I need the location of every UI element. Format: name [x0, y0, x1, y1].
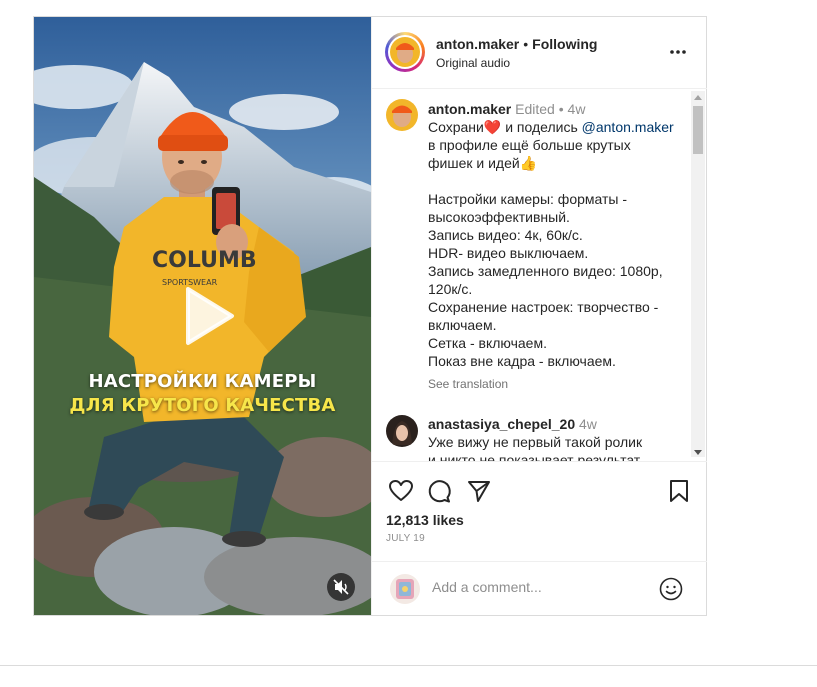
caption-avatar[interactable]: [386, 99, 418, 131]
muted-speaker-icon[interactable]: [327, 573, 355, 601]
caption-text: Запись видео: 4к, 60к/с.: [428, 227, 583, 243]
caption-username[interactable]: anton.maker: [428, 101, 511, 117]
face-icon: [390, 37, 420, 67]
caption-text: Запись замедленного видео: 1080р,: [428, 263, 663, 279]
audio-link[interactable]: Original audio: [436, 56, 510, 70]
caption-text: в профиле ещё больше крутых: [428, 137, 631, 153]
add-comment-bar: Add a comment...: [372, 561, 707, 616]
caption: anton.maker Edited • 4w Сохрани❤️ и поде…: [428, 100, 678, 370]
caption-text: и поделись: [501, 119, 582, 135]
scrollbar-thumb[interactable]: [693, 106, 703, 154]
comment-icon[interactable]: [426, 478, 452, 504]
video-player[interactable]: COLUMB SPORTSWEAR НАСТРОЙКИ КАМЕРЫ ДЛЯ К…: [34, 17, 371, 615]
caption-text: Сохранение настроек: творчество -: [428, 299, 659, 315]
action-bar: 12,813 likes JULY 19: [372, 461, 707, 562]
heart-emoji-icon: ❤️: [483, 119, 502, 135]
comment-input[interactable]: Add a comment...: [432, 579, 542, 595]
author-username[interactable]: anton.maker: [436, 36, 519, 52]
thumbs-up-emoji-icon: 👍: [519, 155, 538, 171]
separator-dot: •: [523, 36, 529, 52]
following-button[interactable]: Following: [532, 36, 597, 52]
comment: anastasiya_chepel_20 4w Уже вижу не перв…: [428, 415, 678, 461]
comments-scroll-area[interactable]: anton.maker Edited • 4w Сохрани❤️ и поде…: [372, 88, 707, 461]
caption-text: высокоэффективный.: [428, 209, 570, 225]
post-header: anton.maker • Following Original audio: [372, 17, 707, 89]
comment-text: и никто не показывает результат: [428, 452, 641, 461]
caption-text: включаем.: [428, 317, 497, 333]
mention-link[interactable]: @anton.maker: [582, 119, 674, 135]
more-options-icon[interactable]: [668, 44, 688, 60]
author-line: anton.maker • Following: [436, 36, 597, 52]
video-overlay-line1: НАСТРОЙКИ КАМЕРЫ: [88, 371, 317, 392]
post-date[interactable]: JULY 19: [386, 533, 425, 544]
scroll-down-arrow-icon[interactable]: [691, 445, 705, 459]
current-user-avatar: [390, 574, 420, 604]
svg-text:COLUMB: COLUMB: [152, 248, 257, 273]
author-avatar[interactable]: [385, 32, 425, 72]
caption-text: Показ вне кадра - включаем.: [428, 353, 616, 369]
likes-count[interactable]: 12,813 likes: [386, 512, 464, 528]
post-side-panel: anton.maker • Following Original audio a…: [371, 17, 707, 615]
commenter-username[interactable]: anastasiya_chepel_20: [428, 416, 575, 432]
edited-label: Edited: [515, 101, 555, 117]
caption-text: фишек и идей: [428, 155, 520, 171]
post-card: COLUMB SPORTSWEAR НАСТРОЙКИ КАМЕРЫ ДЛЯ К…: [33, 16, 707, 616]
separator-dot: •: [554, 101, 568, 117]
see-translation-button[interactable]: See translation: [428, 377, 508, 391]
caption-text: HDR- видео выключаем.: [428, 245, 589, 261]
caption-text: 120к/с.: [428, 281, 473, 297]
play-icon[interactable]: [170, 281, 240, 351]
paper-plane-icon[interactable]: [466, 478, 492, 504]
bookmark-icon[interactable]: [666, 478, 692, 504]
heart-icon[interactable]: [388, 478, 414, 504]
caption-text: Сохрани: [428, 119, 484, 135]
smiley-icon[interactable]: [658, 576, 684, 602]
scroll-up-arrow-icon[interactable]: [691, 91, 705, 105]
caption-age: 4w: [567, 101, 586, 117]
caption-text: Сетка - включаем.: [428, 335, 547, 351]
video-overlay-line2: ДЛЯ КРУТОГО КАЧЕСТВА: [69, 395, 336, 416]
caption-text: Настройки камеры: форматы -: [428, 191, 628, 207]
comment-text: Уже вижу не первый такой ролик: [428, 434, 643, 450]
commenter-avatar[interactable]: [386, 415, 418, 447]
comment-age: 4w: [579, 416, 597, 432]
page-divider: [0, 665, 817, 666]
